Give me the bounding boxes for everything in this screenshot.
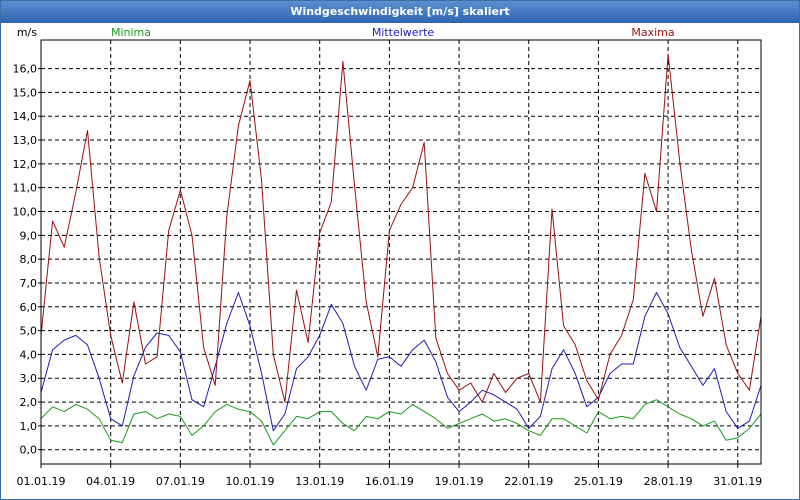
x-tick-label: 07.01.19 (156, 475, 205, 488)
y-tick-label: 2,0 (20, 396, 38, 409)
plot-frame (40, 39, 762, 465)
y-tick-label: 8,0 (20, 253, 38, 266)
y-tick-label: 16,0 (13, 63, 38, 76)
x-tick-label: 19.01.19 (435, 475, 484, 488)
chart-window: Windgeschwindigkeit [m/s] skaliert 0,0 1,… (0, 0, 800, 500)
legend-mittelwerte: Mittelwerte (372, 26, 435, 39)
legend-maxima: Maxima (631, 26, 674, 39)
x-tick-label: 28.01.19 (644, 475, 693, 488)
y-axis-label: m/s (17, 26, 37, 39)
y-tick-label: 5,0 (20, 325, 38, 338)
x-tick-label: 01.01.19 (17, 475, 66, 488)
y-tick-label: 0,0 (20, 444, 38, 457)
legend-minima: Minima (111, 26, 151, 39)
y-tick-label: 13,0 (13, 134, 38, 147)
x-tick-label: 16.01.19 (365, 475, 414, 488)
x-tick-label: 31.01.19 (713, 475, 762, 488)
y-tick-label: 7,0 (20, 277, 38, 290)
y-tick-label: 11,0 (13, 182, 38, 195)
y-tick-label: 1,0 (20, 420, 38, 433)
series-line-minima (40, 399, 762, 446)
x-tick-label: 22.01.19 (504, 475, 553, 488)
y-tick-label: 10,0 (13, 206, 38, 219)
window-title: Windgeschwindigkeit [m/s] skaliert (1, 1, 799, 23)
x-tick-label: 13.01.19 (295, 475, 344, 488)
y-tick-label: 14,0 (13, 110, 38, 123)
y-tick-label: 15,0 (13, 86, 38, 99)
y-tick-label: 6,0 (20, 301, 38, 314)
wind-speed-chart: 0,0 1,0 2,0 3,0 4,0 5,0 6,0 7,0 8,0 9,0 10,0 11,0 12… (13, 26, 763, 488)
y-tick-label: 3,0 (20, 372, 38, 385)
x-tick-label: 25.01.19 (574, 475, 623, 488)
x-tick-label: 04.01.19 (86, 475, 135, 488)
y-tick-label: 12,0 (13, 158, 38, 171)
y-tick-label: 4,0 (20, 348, 38, 361)
series-line-maxima (40, 53, 762, 403)
x-tick-label: 10.01.19 (226, 475, 275, 488)
y-tick-label: 9,0 (20, 229, 38, 242)
